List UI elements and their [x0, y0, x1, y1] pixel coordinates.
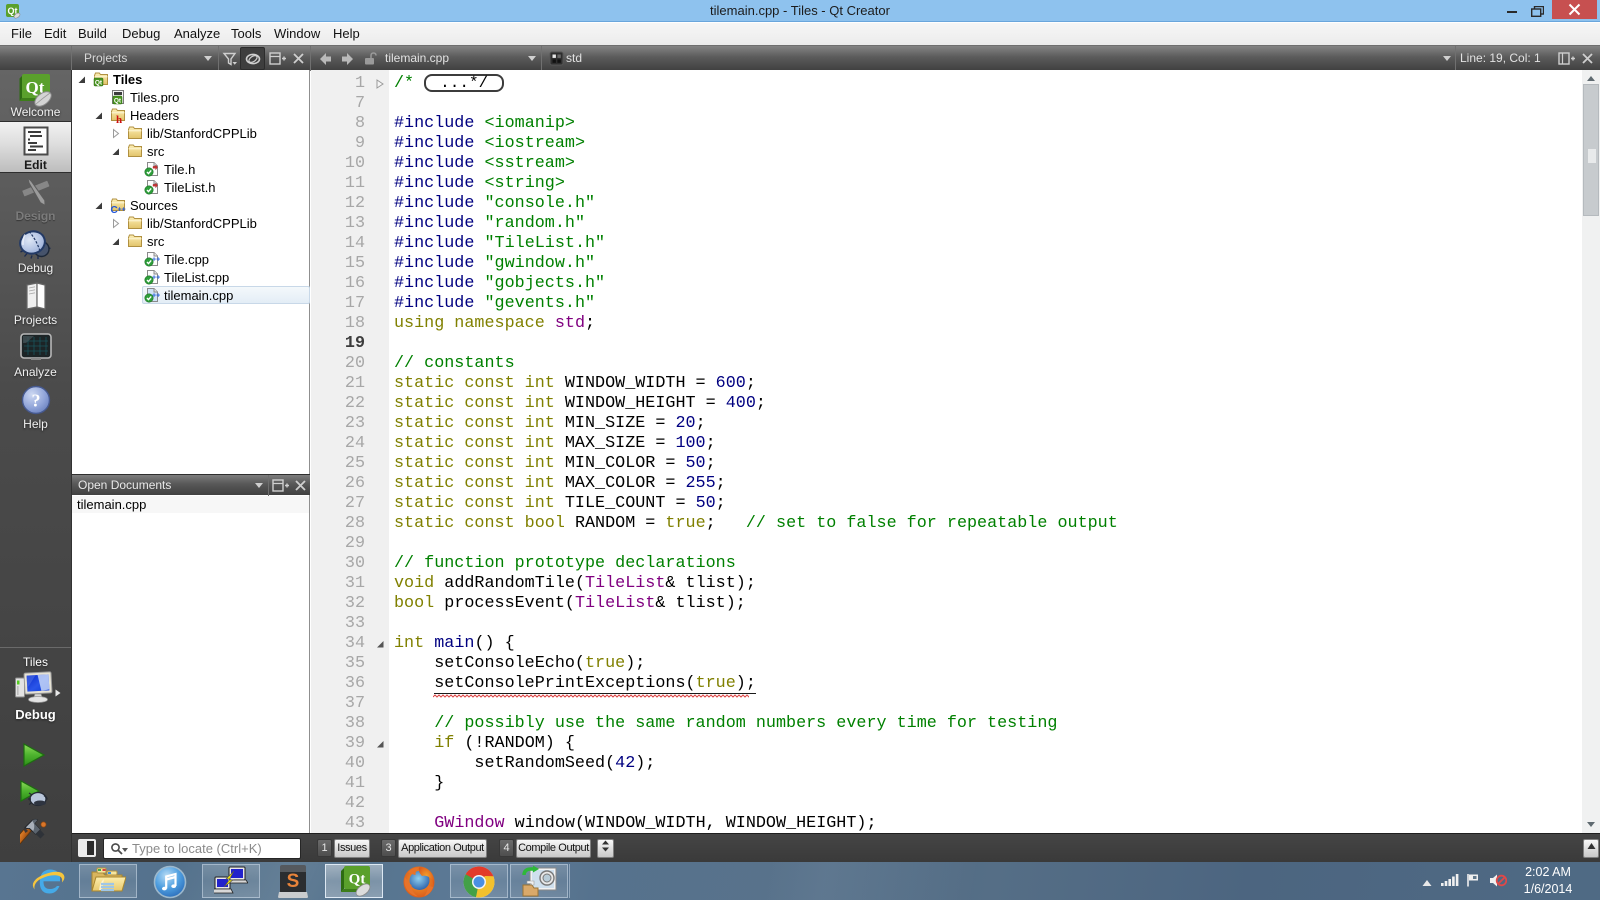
svg-text:S: S: [287, 871, 300, 892]
svg-text:Qt: Qt: [95, 80, 103, 87]
svg-text:?: ?: [31, 391, 40, 411]
svg-text:++: ++: [118, 207, 126, 214]
svg-text:Qt: Qt: [114, 98, 122, 105]
svg-text:h: h: [116, 114, 122, 123]
